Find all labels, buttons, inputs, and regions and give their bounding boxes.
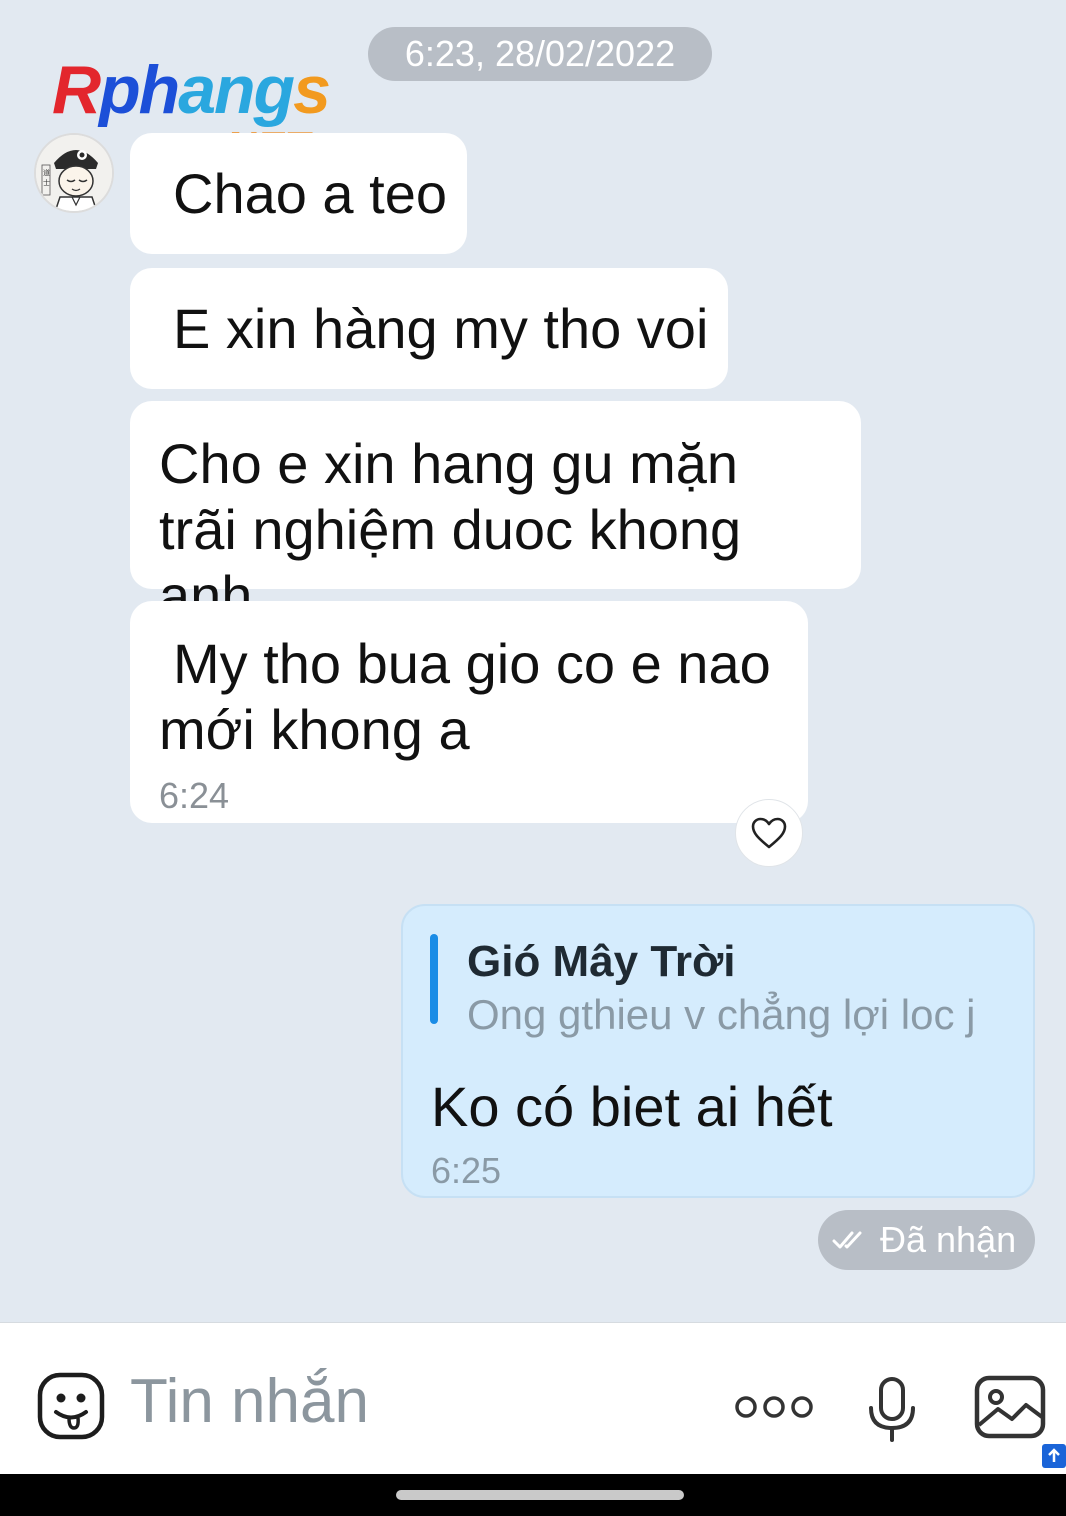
incoming-message[interactable]: E xin hàng my tho voi <box>130 268 728 389</box>
avatar-illustration-icon: 道 士 <box>36 135 112 211</box>
status-text: Đã nhận <box>880 1219 1017 1260</box>
chat-area[interactable]: 6:23, 28/02/2022 Rphangs .NET 道 士 Chao a… <box>0 0 1066 1322</box>
react-heart-button[interactable] <box>735 799 803 867</box>
delivery-status-badge: Đã nhận <box>818 1210 1035 1270</box>
emoji-icon <box>37 1372 105 1440</box>
logo-main-text: Rphangs <box>52 52 331 128</box>
message-time: 6:25 <box>431 1150 502 1191</box>
more-options-button[interactable] <box>734 1392 814 1422</box>
emoji-button[interactable] <box>36 1371 106 1441</box>
voice-record-button[interactable] <box>866 1376 918 1444</box>
incoming-message[interactable]: My tho bua gio co e nao mới khong a 6:24 <box>130 601 808 823</box>
svg-text:道: 道 <box>43 168 50 177</box>
date-timestamp: 6:23, 28/02/2022 <box>368 27 712 81</box>
upload-badge-icon <box>1040 1440 1066 1470</box>
svg-text:士: 士 <box>43 178 50 187</box>
microphone-icon <box>869 1377 915 1442</box>
outgoing-message[interactable]: Gió Mây Trời Ong gthieu v chẳng lợi loc … <box>401 904 1035 1198</box>
message-text: E xin hàng my tho voi <box>173 297 709 360</box>
message-text: Chao a teo <box>173 162 447 225</box>
incoming-message[interactable]: Chao a teo <box>130 133 467 254</box>
image-icon <box>974 1375 1046 1439</box>
message-text: Cho e xin hang gu mặn trãi nghiệm duoc k… <box>159 432 742 627</box>
message-text: Ko có biet ai hết <box>431 1075 833 1138</box>
system-navigation-bar <box>0 1474 1066 1516</box>
send-image-button[interactable] <box>974 1375 1046 1439</box>
message-text: My tho bua gio co e nao mới khong a <box>159 632 771 761</box>
quote-text: Ong gthieu v chẳng lợi loc j <box>467 991 976 1038</box>
quote-author: Gió Mây Trời <box>467 937 736 986</box>
sender-avatar[interactable]: 道 士 <box>34 133 114 213</box>
home-indicator[interactable] <box>396 1490 684 1500</box>
double-check-icon <box>832 1231 862 1249</box>
quote-bar <box>430 934 438 1024</box>
more-icon <box>735 1396 813 1418</box>
incoming-message[interactable]: Cho e xin hang gu mặn trãi nghiệm duoc k… <box>130 401 861 627</box>
message-input[interactable] <box>130 1359 690 1443</box>
message-time: 6:24 <box>159 775 230 816</box>
heart-icon <box>751 817 787 849</box>
